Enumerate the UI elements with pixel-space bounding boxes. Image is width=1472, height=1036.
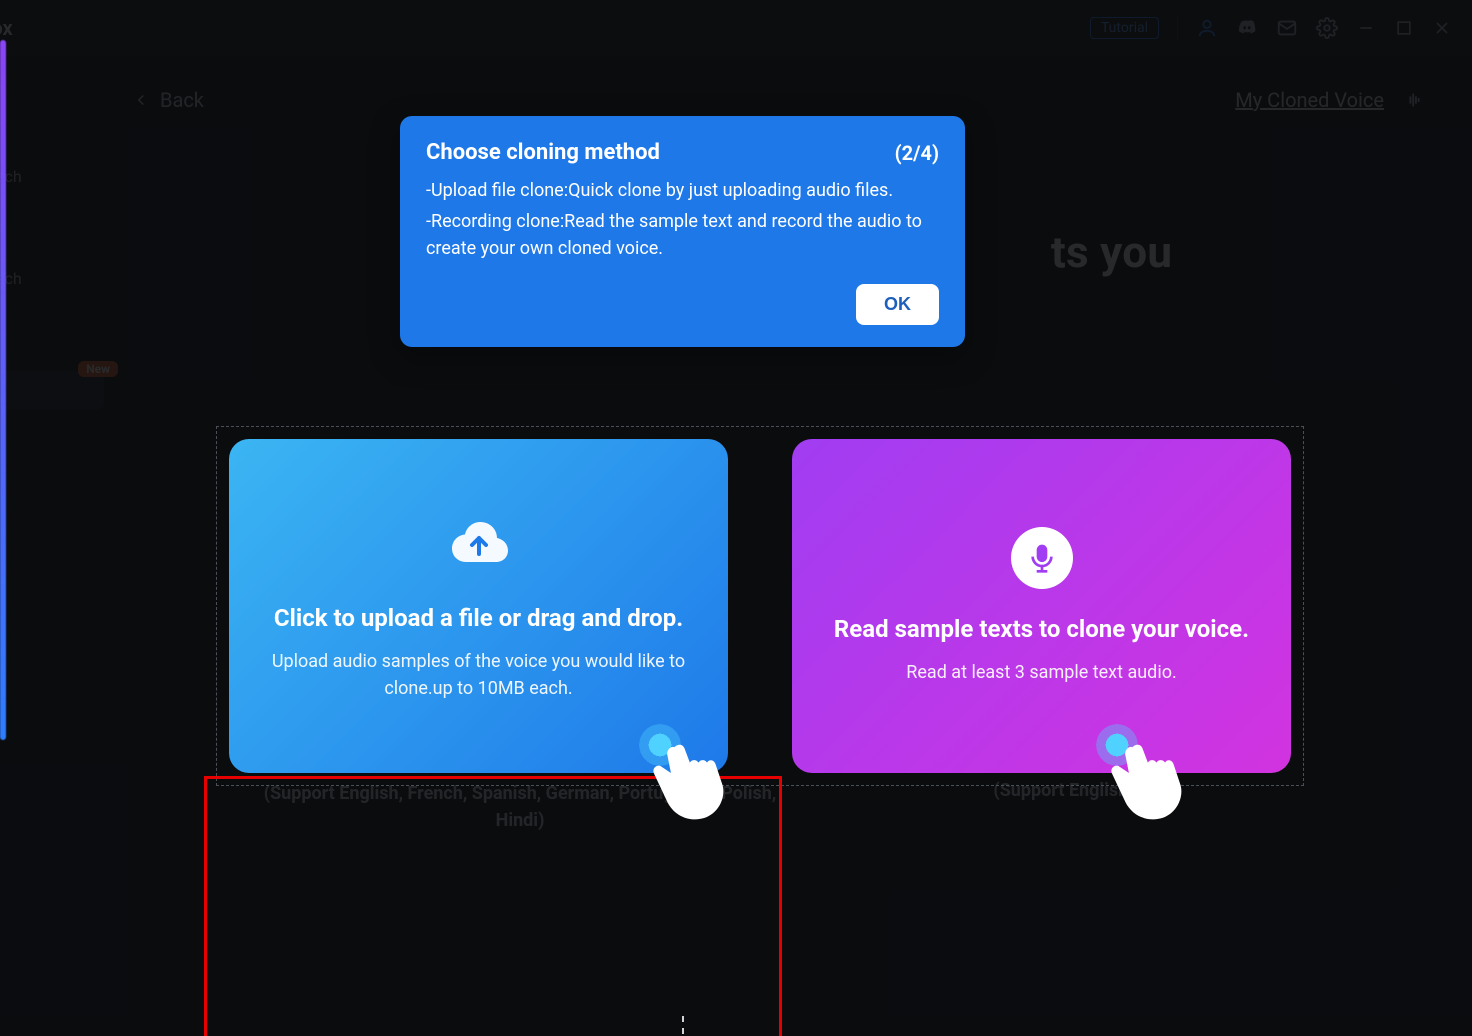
microphone-icon [1011,527,1073,589]
upload-card-desc: Upload audio samples of the voice you wo… [269,648,689,702]
record-card-title: Read sample texts to clone your voice. [834,615,1249,643]
connector-line [682,1016,684,1036]
cloud-upload-icon [447,510,511,578]
upload-card[interactable]: Click to upload a file or drag and drop.… [229,439,728,773]
pointer-hand-upload-icon [640,730,750,844]
record-card[interactable]: Read sample texts to clone your voice. R… [792,439,1291,773]
tooltip-title: Choose cloning method [426,140,660,165]
tooltip-line-1: -Upload file clone:Quick clone by just u… [426,177,939,204]
pointer-hand-record-icon [1098,730,1208,844]
record-card-desc: Read at least 3 sample text audio. [906,659,1176,686]
tooltip-step: (2/4) [895,141,939,165]
accent-strip [0,40,6,740]
upload-card-title: Click to upload a file or drag and drop. [274,604,683,632]
tooltip-ok-button[interactable]: OK [856,284,939,325]
tooltip-line-2: -Recording clone:Read the sample text an… [426,208,939,262]
tutorial-tooltip: Choose cloning method (2/4) -Upload file… [400,116,965,347]
